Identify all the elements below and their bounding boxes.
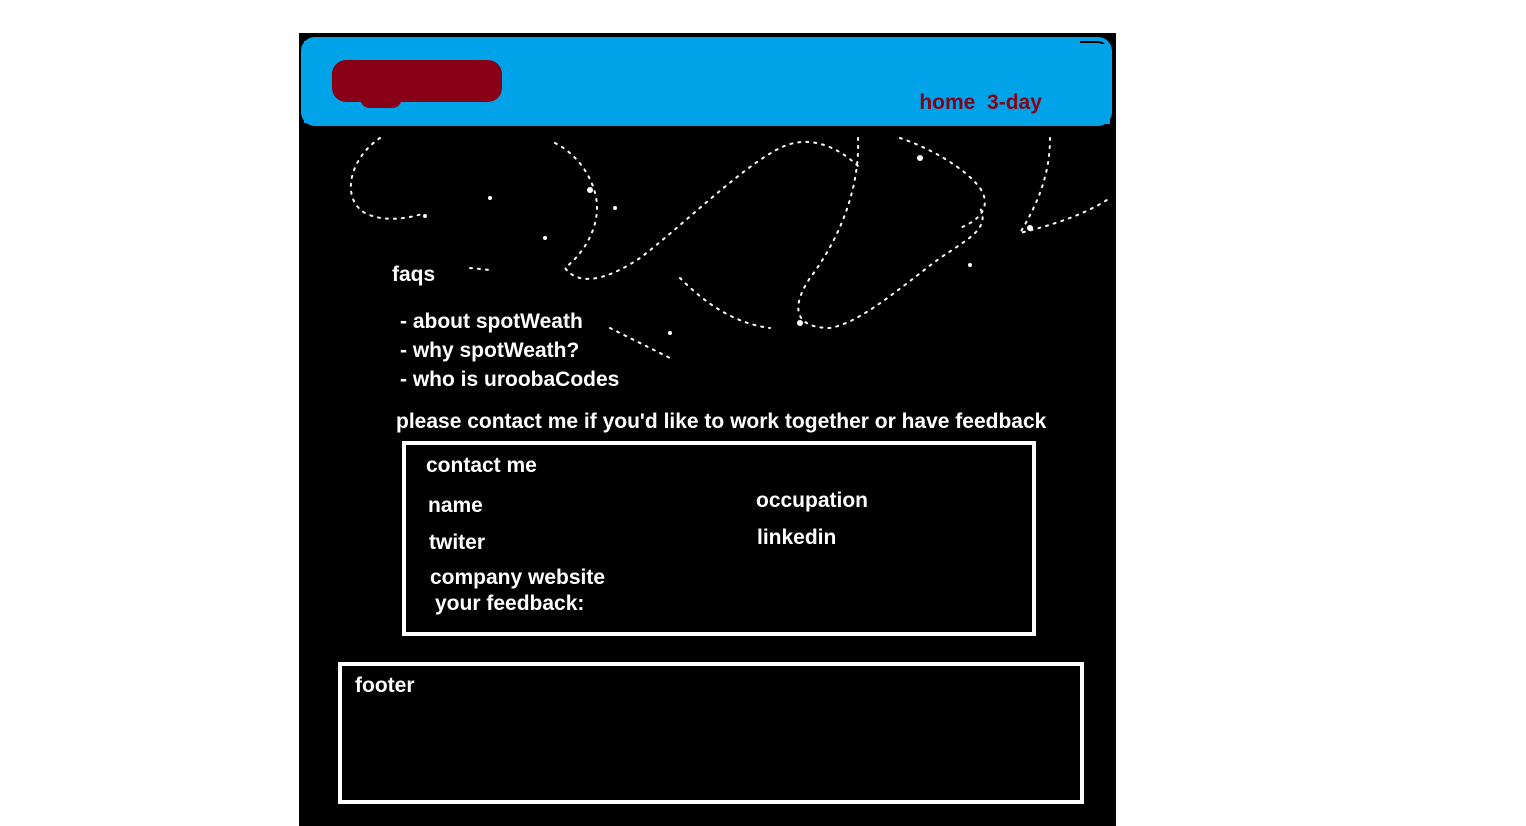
linkedin-field-label[interactable]: linkedin — [757, 526, 836, 550]
occupation-field-label[interactable]: occupation — [756, 489, 868, 513]
faq-item-who[interactable]: - who is uroobaCodes — [400, 368, 619, 392]
logo-tail — [360, 98, 402, 108]
header-edge — [1080, 44, 1110, 124]
faq-item-why[interactable]: - why spotWeath? — [400, 339, 579, 363]
page: home 3-day faqs - about spotWeath - why … — [0, 0, 1526, 826]
name-field-label[interactable]: name — [428, 494, 483, 518]
footer-label: footer — [355, 674, 415, 697]
company-website-field-label[interactable]: company website — [430, 566, 605, 590]
footer-box — [338, 662, 1084, 804]
nav-home-link[interactable]: home — [919, 91, 975, 114]
nav-3day-link[interactable]: 3-day — [987, 91, 1042, 114]
twitter-field-label[interactable]: twiter — [429, 531, 485, 555]
logo-placeholder[interactable] — [332, 60, 502, 102]
feedback-field-label[interactable]: your feedback: — [435, 592, 584, 616]
faqs-title: faqs — [392, 263, 436, 286]
faq-item-about[interactable]: - about spotWeath — [400, 310, 583, 334]
contact-form-title: contact me — [426, 454, 537, 477]
contact-prompt: please contact me if you'd like to work … — [396, 410, 1047, 433]
